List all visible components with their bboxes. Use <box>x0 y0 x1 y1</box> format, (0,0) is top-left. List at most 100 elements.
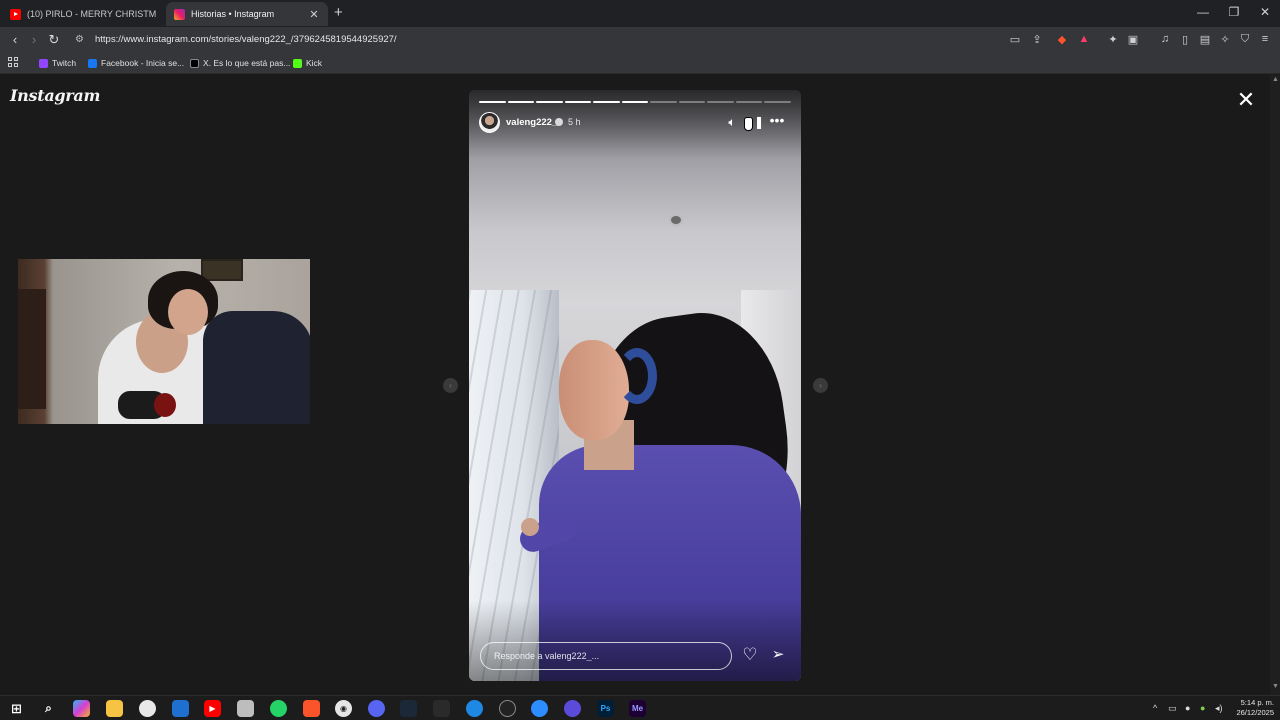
story-progress-segment <box>564 101 592 103</box>
webcam-mic-foam <box>154 393 176 417</box>
discord-icon[interactable] <box>368 700 385 717</box>
volume-tray-icon[interactable]: ◂) <box>1215 703 1223 714</box>
microphone-icon[interactable]: ● <box>1185 703 1190 713</box>
story-person-hand <box>521 518 539 536</box>
clock-date: 26/12/2025 <box>1236 708 1274 717</box>
site-info-icon[interactable]: ⚙ <box>75 34 84 45</box>
menu-icon[interactable]: ≡ <box>1258 33 1272 45</box>
send-icon[interactable]: ➢ <box>768 645 788 663</box>
blue-app-icon[interactable] <box>466 700 483 717</box>
story-progress-segment <box>479 101 506 103</box>
cast-icon[interactable]: ▭ <box>1008 33 1022 46</box>
kick-icon <box>293 58 302 68</box>
brave-taskbar-icon[interactable] <box>297 696 326 720</box>
story-progress-segment <box>507 101 535 103</box>
story-progress-segment <box>593 101 620 103</box>
webcam-overlay <box>18 259 310 424</box>
mouse-cursor-icon <box>744 117 753 131</box>
previous-story-button[interactable]: ‹ <box>443 378 458 393</box>
reply-input[interactable] <box>480 642 732 670</box>
youtube-app-icon[interactable]: ▶ <box>204 700 221 717</box>
story-progress-segment <box>764 101 792 103</box>
tab-instagram[interactable]: Historias • Instagram ✕ <box>166 2 328 26</box>
leo-ai-icon[interactable]: ✧ <box>1218 33 1232 46</box>
story-media[interactable] <box>469 90 801 681</box>
zoom-icon[interactable] <box>531 700 548 717</box>
copilot-icon[interactable] <box>73 700 90 717</box>
like-heart-icon[interactable]: ♡ <box>740 645 760 665</box>
webcam-picture-frame <box>201 259 243 281</box>
avatar[interactable] <box>479 112 500 133</box>
forward-icon[interactable]: › <box>26 32 42 47</box>
windows-start-icon[interactable]: ⊞ <box>8 700 25 717</box>
network-icon[interactable]: ▭ <box>1168 703 1177 714</box>
notepad-icon[interactable] <box>237 700 254 717</box>
sidebar-icon[interactable]: ▯ <box>1178 33 1192 46</box>
bookmark-label: Twitch <box>52 58 77 68</box>
bookmark-x[interactable]: X. Es lo que está pas... <box>190 58 290 68</box>
next-story-button[interactable]: › <box>813 378 828 393</box>
more-options-icon[interactable]: ••• <box>769 112 785 128</box>
capcut-icon[interactable] <box>499 700 516 717</box>
brave-rewards-icon[interactable]: ▲ <box>1077 33 1091 45</box>
vpn-app-icon[interactable] <box>564 700 581 717</box>
epic-games-icon[interactable] <box>433 700 450 717</box>
story-progress-segment <box>735 101 763 103</box>
x-icon <box>190 58 199 68</box>
back-icon[interactable]: ‹ <box>7 32 23 47</box>
windows-taskbar: ⊞ ⌕ ▶ ◉ Ps Me ^ ▭ ● ● ◂) 5:14 p. m. 26/1… <box>0 695 1280 720</box>
share-icon[interactable]: ⇪ <box>1030 33 1044 46</box>
wallet-icon[interactable]: ▤ <box>1198 33 1212 46</box>
extensions-icon[interactable]: ✦ <box>1106 33 1120 46</box>
webcam-person-two <box>203 311 310 424</box>
brave-shields-icon[interactable]: ◆ <box>1055 33 1069 46</box>
story-headphones <box>617 348 657 404</box>
scroll-down-icon[interactable]: ▼ <box>1272 683 1279 690</box>
instagram-icon <box>174 8 185 20</box>
window-close-button[interactable]: ✕ <box>1250 5 1280 19</box>
browser-app-icon[interactable] <box>139 700 156 717</box>
tab-label: (10) PIRLO - MERRY CHRISTMAS 1 [F <box>27 9 156 19</box>
taskbar-clock[interactable]: 5:14 p. m. 26/12/2025 <box>1230 698 1274 718</box>
whatsapp-icon[interactable] <box>270 700 287 717</box>
media-encoder-icon[interactable]: Me <box>629 700 646 717</box>
story-progress-segment <box>536 101 563 103</box>
tray-app-icon[interactable]: ● <box>1200 703 1205 713</box>
maximize-button[interactable]: ❐ <box>1219 5 1249 19</box>
apps-grid-icon[interactable] <box>8 57 19 68</box>
verified-icon <box>555 118 563 126</box>
file-explorer-icon[interactable] <box>106 700 123 717</box>
new-tab-button[interactable]: + <box>334 4 343 21</box>
story-progress-segment <box>707 101 734 103</box>
bookmark-twitch[interactable]: Twitch <box>39 58 76 68</box>
bookmark-kick[interactable]: Kick <box>293 58 322 68</box>
reload-icon[interactable]: ↻ <box>46 32 62 48</box>
store-icon[interactable] <box>172 700 189 717</box>
tab-close-icon[interactable]: ✕ <box>308 8 320 21</box>
page-scrollbar[interactable]: ▲ ▼ <box>1270 75 1280 695</box>
story-person-face <box>559 340 629 440</box>
story-time: 5 h <box>568 117 581 127</box>
story-username[interactable]: valeng222_ <box>506 117 557 128</box>
scroll-up-icon[interactable]: ▲ <box>1272 76 1279 83</box>
minimize-button[interactable]: — <box>1188 5 1218 19</box>
volume-icon[interactable]: 🔈︎ <box>724 115 740 130</box>
tray-overflow-icon[interactable]: ^ <box>1153 703 1157 713</box>
media-icon[interactable]: ♫ <box>1158 33 1172 45</box>
steam-icon[interactable] <box>400 700 417 717</box>
tab-label: Historias • Instagram <box>191 9 275 19</box>
obs-icon[interactable]: ◉ <box>335 700 352 717</box>
story-progress-segment <box>678 101 706 103</box>
story-ceiling-light <box>669 214 683 226</box>
instagram-logo[interactable]: Instagram <box>10 86 100 105</box>
vpn-icon[interactable]: ⛉ <box>1238 33 1252 46</box>
bookmark-facebook[interactable]: Facebook - Inicia se... <box>88 58 184 68</box>
story-progress-segment <box>650 101 677 103</box>
search-icon[interactable]: ⌕ <box>40 700 57 717</box>
tab-youtube[interactable]: (10) PIRLO - MERRY CHRISTMAS 1 [F <box>2 2 164 26</box>
tab-search-icon[interactable]: ▣ <box>1126 33 1140 46</box>
url-field[interactable]: https://www.instagram.com/stories/valeng… <box>95 34 397 45</box>
photoshop-icon[interactable]: Ps <box>597 700 614 717</box>
close-story-button[interactable]: ✕ <box>1234 86 1258 114</box>
youtube-icon <box>10 8 21 20</box>
